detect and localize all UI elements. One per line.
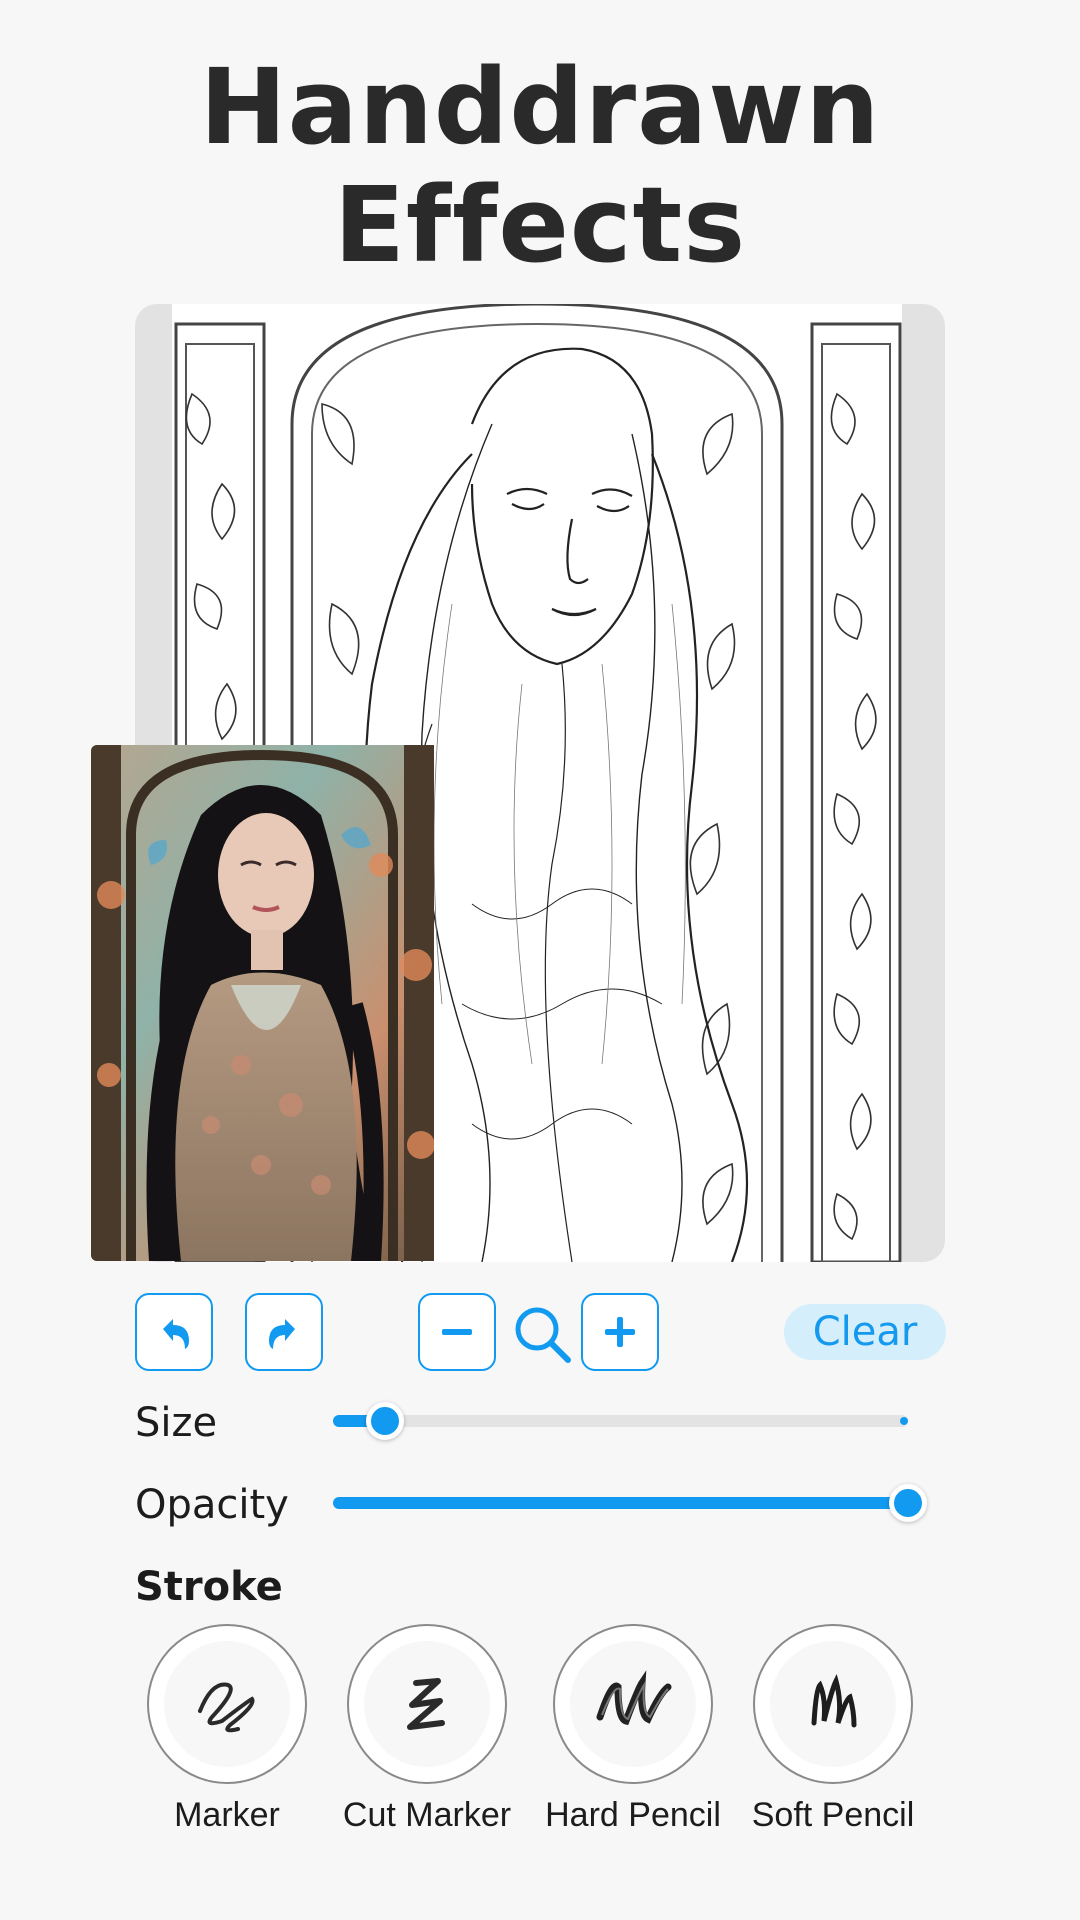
stroke-option-marker[interactable]: Marker <box>122 1624 332 1835</box>
stroke-option-circle <box>753 1624 913 1784</box>
opacity-slider-fill <box>333 1497 908 1509</box>
stroke-option-soft-pencil[interactable]: Soft Pencil <box>728 1624 938 1835</box>
soft-pencil-stroke-icon <box>811 1674 857 1728</box>
stroke-option-hard-pencil[interactable]: Hard Pencil <box>528 1624 738 1835</box>
stroke-option-circle <box>347 1624 507 1784</box>
size-slider[interactable] <box>333 1402 908 1440</box>
zoom-out-button[interactable] <box>418 1293 496 1371</box>
redo-button[interactable] <box>245 1293 323 1371</box>
stroke-option-label: Cut Marker <box>342 1796 512 1834</box>
size-slider-end <box>900 1417 908 1425</box>
undo-icon <box>163 1319 189 1349</box>
opacity-slider-knob[interactable] <box>889 1484 927 1522</box>
size-label: Size <box>135 1400 218 1446</box>
headline-line-2: Effects <box>333 164 747 286</box>
stroke-option-label: Hard Pencil <box>545 1796 721 1834</box>
size-slider-knob[interactable] <box>365 1402 404 1440</box>
undo-button[interactable] <box>135 1293 213 1371</box>
stroke-option-label: Soft Pencil <box>751 1796 915 1834</box>
original-photo <box>91 745 434 1261</box>
hard-pencil-stroke-icon <box>596 1670 672 1726</box>
headline-line-1: Handdrawn <box>199 46 881 168</box>
stroke-option-circle <box>553 1624 713 1784</box>
headline: Handdrawn Effects <box>0 48 1080 284</box>
clear-button[interactable]: Clear <box>784 1304 946 1360</box>
stroke-option-cut-marker[interactable]: Cut Marker <box>322 1624 532 1835</box>
redo-icon <box>269 1319 295 1349</box>
minus-icon <box>442 1329 472 1335</box>
opacity-label: Opacity <box>135 1482 289 1528</box>
plus-icon <box>605 1317 635 1347</box>
opacity-slider[interactable] <box>333 1484 927 1522</box>
stroke-heading: Stroke <box>135 1564 283 1610</box>
magnifier-icon <box>515 1307 571 1363</box>
zoom-in-button[interactable] <box>581 1293 659 1371</box>
marker-stroke-icon <box>198 1682 255 1733</box>
cut-marker-stroke-icon <box>407 1678 445 1730</box>
stroke-option-circle <box>147 1624 307 1784</box>
stroke-option-label: Marker <box>174 1796 280 1834</box>
